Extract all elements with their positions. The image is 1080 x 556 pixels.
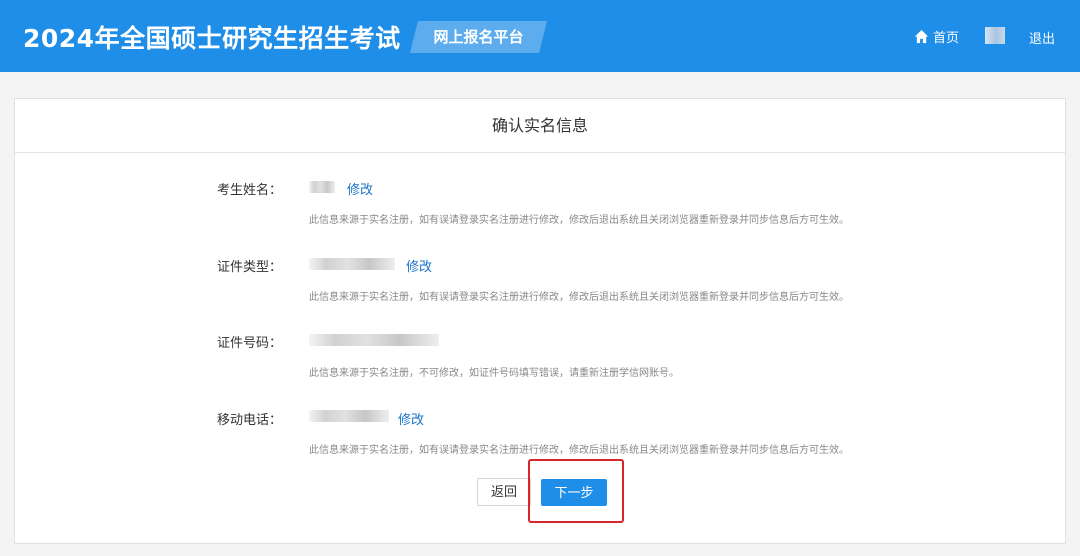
platform-badge: 网上报名平台: [410, 21, 547, 53]
home-icon: [914, 29, 929, 43]
logout-link[interactable]: 退出: [1029, 28, 1055, 47]
id-type-hint: 此信息来源于实名注册，如有误请登录实名注册进行修改，修改后退出系统且关闭浏览器重…: [309, 292, 849, 303]
field-label-mobile: 移动电话：: [216, 413, 282, 428]
next-button-highlight-frame: [528, 459, 624, 523]
name-value-redacted: [309, 181, 335, 193]
home-label: 首页: [933, 30, 960, 46]
field-label-id-number: 证件号码：: [216, 336, 282, 351]
field-label-name: 考生姓名：: [216, 183, 282, 198]
top-header: 2024年全国硕士研究生招生考试 网上报名平台 首页 退出: [0, 0, 1080, 72]
site-title: 2024年全国硕士研究生招生考试: [23, 24, 401, 53]
edit-name-link[interactable]: 修改: [347, 179, 373, 198]
edit-id-type-link[interactable]: 修改: [406, 256, 432, 275]
back-button[interactable]: 返回: [477, 478, 531, 506]
name-hint: 此信息来源于实名注册，如有误请登录实名注册进行修改，修改后退出系统且关闭浏览器重…: [309, 215, 849, 226]
card-title: 确认实名信息: [15, 99, 1065, 153]
mobile-hint: 此信息来源于实名注册，如有误请登录实名注册进行修改，修改后退出系统且关闭浏览器重…: [309, 445, 849, 456]
field-label-id-type: 证件类型：: [216, 260, 282, 275]
id-number-value-redacted: [309, 334, 439, 346]
edit-mobile-link[interactable]: 修改: [398, 409, 424, 428]
id-type-value-redacted: [309, 258, 395, 270]
confirm-info-card: 确认实名信息 考生姓名： 修改 此信息来源于实名注册，如有误请登录实名注册进行修…: [14, 98, 1066, 544]
user-avatar[interactable]: [985, 27, 1005, 44]
mobile-value-redacted: [309, 410, 389, 422]
id-number-hint: 此信息来源于实名注册，不可修改，如证件号码填写错误，请重新注册学信网账号。: [309, 368, 679, 379]
platform-label: 网上报名平台: [433, 28, 524, 46]
home-link[interactable]: 首页: [914, 26, 959, 46]
